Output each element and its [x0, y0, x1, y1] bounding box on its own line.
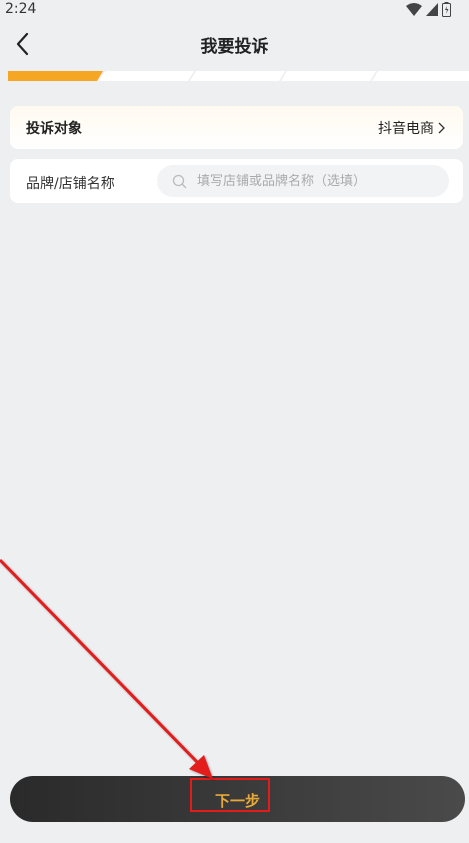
- complaint-target-label: 投诉对象: [26, 121, 82, 137]
- brand-store-label: 品牌/店铺名称: [26, 176, 115, 192]
- complaint-target-value: 抖音电商: [378, 121, 434, 137]
- status-time: 2:24: [5, 1, 37, 17]
- nav-bar: 我要投诉: [0, 22, 469, 66]
- progress-step-3: [190, 71, 285, 81]
- progress-step-4: [281, 71, 376, 81]
- progress-step-5: [372, 71, 469, 81]
- search-icon: [171, 173, 187, 189]
- signal-icon: [426, 3, 438, 16]
- brand-store-input[interactable]: [195, 172, 439, 190]
- progress-step-2: [99, 71, 194, 81]
- status-bar: 2:24: [0, 0, 469, 20]
- chevron-right-icon: [438, 122, 445, 134]
- annotation-highlight-box: [190, 778, 270, 812]
- status-icons: [406, 2, 451, 17]
- complaint-target-selector[interactable]: 抖音电商: [378, 118, 445, 138]
- page-title: 我要投诉: [200, 37, 269, 57]
- progress-step-1: [8, 71, 103, 81]
- battery-icon: [442, 2, 451, 17]
- wifi-icon: [406, 3, 422, 16]
- brand-store-row: 品牌/店铺名称: [10, 159, 463, 203]
- brand-store-search-box[interactable]: [157, 165, 449, 197]
- complaint-target-row[interactable]: 投诉对象 抖音电商: [10, 106, 463, 149]
- step-progress: [8, 71, 469, 81]
